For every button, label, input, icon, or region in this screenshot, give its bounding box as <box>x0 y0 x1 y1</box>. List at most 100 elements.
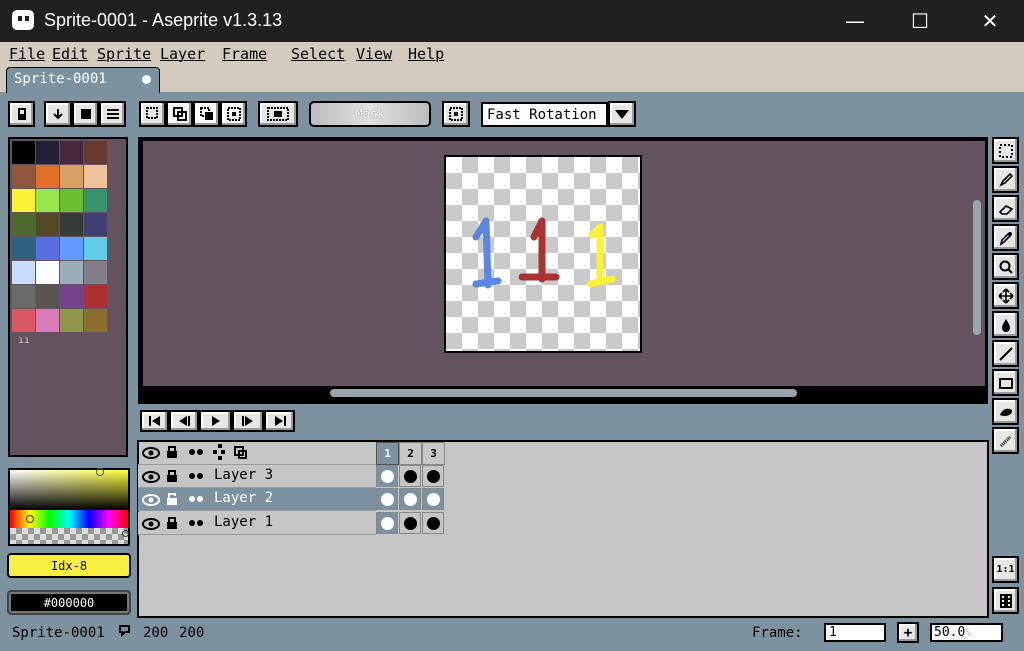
first-frame-button[interactable] <box>140 410 169 432</box>
move-tool-button[interactable] <box>992 282 1019 309</box>
palette-swatch[interactable] <box>36 213 59 236</box>
eye-icon[interactable] <box>142 493 160 507</box>
selection-add-button[interactable] <box>166 101 193 127</box>
palette-swatch[interactable] <box>12 237 35 260</box>
cel[interactable] <box>422 465 444 487</box>
rectangular-marquee-tool-button[interactable] <box>992 137 1019 164</box>
palette-swatch[interactable] <box>12 285 35 308</box>
frame-header-2[interactable]: 2 <box>399 442 422 465</box>
selection-intersect-button[interactable] <box>220 101 247 127</box>
onion-skin-icon[interactable] <box>234 446 248 460</box>
color-picker[interactable] <box>8 468 130 546</box>
cel[interactable] <box>399 512 421 534</box>
eye-icon[interactable] <box>142 446 160 460</box>
rotation-algorithm-select[interactable]: Fast Rotation <box>481 102 608 127</box>
palette-swatch[interactable] <box>60 261 83 284</box>
menu-edit[interactable]: Edit <box>52 45 88 63</box>
palette-swatch[interactable] <box>84 213 107 236</box>
cel[interactable] <box>376 512 398 534</box>
frame-header-1[interactable]: 1 <box>376 442 399 465</box>
palette-swatch[interactable] <box>36 309 59 332</box>
palette-swatch[interactable] <box>12 309 35 332</box>
sprite-tab[interactable]: Sprite-0001 <box>6 67 160 93</box>
layer-row[interactable]: Layer 3 <box>138 465 376 488</box>
selection-replace-button[interactable] <box>139 101 166 127</box>
alpha-slider[interactable] <box>10 528 128 544</box>
last-frame-button[interactable] <box>264 410 295 432</box>
continuous-icon[interactable] <box>188 495 204 503</box>
paint-bucket-tool-button[interactable] <box>992 311 1019 338</box>
lock-icon[interactable] <box>166 444 178 459</box>
palette-swatch[interactable] <box>36 165 59 188</box>
palette-presets-button[interactable] <box>72 101 99 127</box>
palette-swatch[interactable] <box>60 189 83 212</box>
eraser-tool-button[interactable] <box>992 195 1019 222</box>
blur-tool-button[interactable] <box>992 427 1019 454</box>
menu-view[interactable]: View <box>356 45 392 63</box>
menu-layer[interactable]: Layer <box>160 45 205 63</box>
palette-swatch[interactable] <box>84 165 107 188</box>
palette-swatch[interactable] <box>84 285 107 308</box>
eye-icon[interactable] <box>142 470 160 484</box>
pivot-button[interactable] <box>442 101 470 127</box>
minimize-button[interactable]: — <box>820 0 890 42</box>
eyedropper-tool-button[interactable] <box>992 224 1019 251</box>
vertical-scroll-thumb[interactable] <box>973 200 981 335</box>
palette-swatch[interactable] <box>84 237 107 260</box>
play-button[interactable] <box>199 410 232 432</box>
zoom-tool-button[interactable] <box>992 253 1019 280</box>
cel[interactable] <box>376 465 398 487</box>
cel[interactable] <box>376 488 398 510</box>
frame-header-3[interactable]: 3 <box>422 442 445 465</box>
contour-tool-button[interactable] <box>992 398 1019 425</box>
menu-sprite[interactable]: Sprite <box>97 45 151 63</box>
saturation-value-field[interactable] <box>10 470 128 510</box>
palette-swatch[interactable] <box>60 309 83 332</box>
palette-swatch[interactable] <box>84 189 107 212</box>
menu-file[interactable]: File <box>9 45 45 63</box>
rectangle-tool-button[interactable] <box>992 369 1019 396</box>
lock-icon[interactable] <box>166 468 178 483</box>
palette-swatch[interactable] <box>60 165 83 188</box>
sprite-canvas[interactable] <box>444 155 642 353</box>
continuous-icon[interactable] <box>188 519 204 527</box>
palette-swatch[interactable] <box>60 141 83 164</box>
palette-swatch[interactable] <box>60 285 83 308</box>
selection-subtract-button[interactable] <box>193 101 220 127</box>
palette-swatch[interactable] <box>12 165 35 188</box>
palette-swatch[interactable] <box>12 189 35 212</box>
palette-swatch[interactable] <box>12 213 35 236</box>
layer-row[interactable]: Layer 2 <box>138 488 376 511</box>
lock-icon[interactable] <box>166 515 178 530</box>
palette-swatch[interactable] <box>84 309 107 332</box>
zoom-input[interactable]: 50.0% <box>930 623 1003 642</box>
palette-swatch[interactable] <box>12 261 35 284</box>
palette-swatch[interactable] <box>36 141 59 164</box>
palette-swatch[interactable] <box>84 261 107 284</box>
palette-swatch[interactable] <box>60 213 83 236</box>
menu-select[interactable]: Select <box>291 45 345 63</box>
transparent-color-button[interactable] <box>258 101 298 127</box>
background-color-button[interactable]: #000000 <box>7 590 131 615</box>
eye-icon[interactable] <box>142 517 160 531</box>
palette-swatch[interactable] <box>84 141 107 164</box>
palette-swatch[interactable] <box>36 237 59 260</box>
lock-palette-button[interactable] <box>8 101 35 127</box>
lock-icon[interactable] <box>166 491 178 506</box>
horizontal-scroll-thumb[interactable] <box>330 389 797 397</box>
rotation-dropdown-button[interactable] <box>608 101 636 127</box>
palette-resize-icon[interactable]: ıı <box>18 335 30 346</box>
next-frame-button[interactable] <box>232 410 264 432</box>
palette-swatch[interactable] <box>36 261 59 284</box>
continuous-icon[interactable] <box>188 472 204 480</box>
close-button[interactable]: ✕ <box>955 0 1024 42</box>
layer-grid-icon[interactable] <box>213 444 227 461</box>
continuous-icon[interactable] <box>188 448 204 456</box>
palette-swatch[interactable] <box>36 189 59 212</box>
line-tool-button[interactable] <box>992 340 1019 367</box>
timeline-toggle-button[interactable] <box>992 587 1019 614</box>
zoom-reset-button[interactable]: 1:1 <box>992 556 1019 583</box>
cel[interactable] <box>399 488 421 510</box>
foreground-color-button[interactable]: Idx-8 <box>7 553 131 578</box>
frame-input[interactable]: 1 <box>824 623 886 642</box>
